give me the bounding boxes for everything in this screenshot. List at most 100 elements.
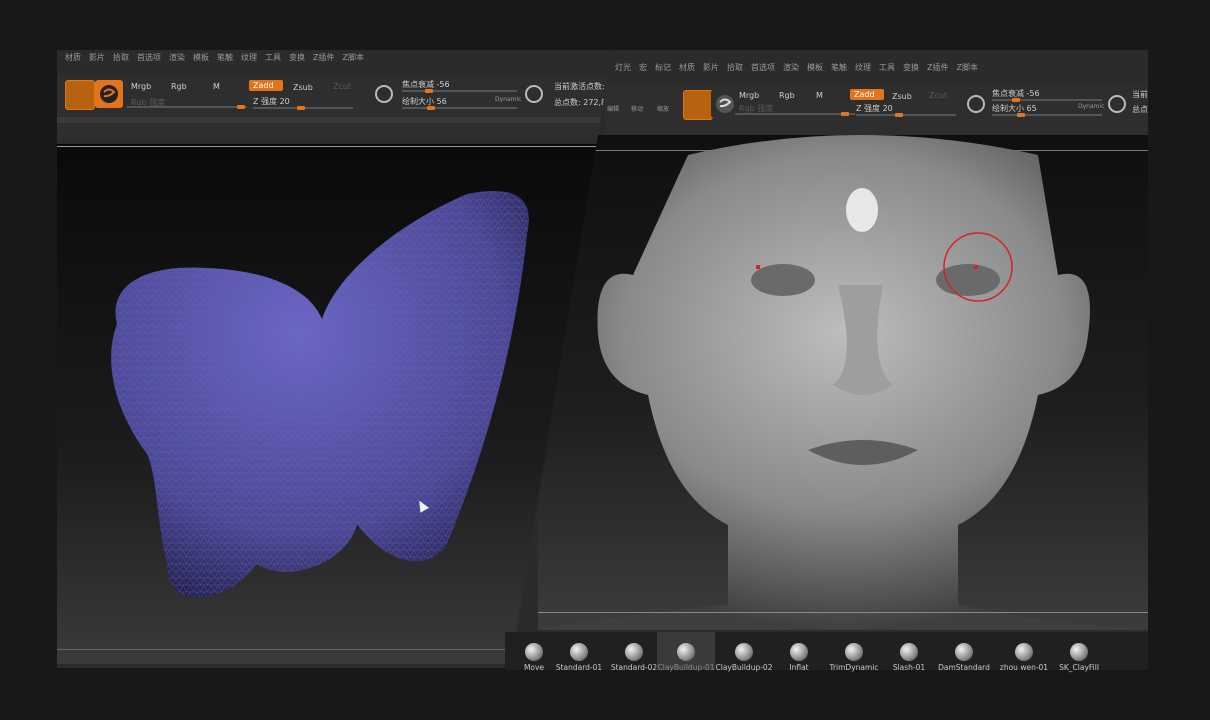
left-m-button[interactable]: M [209, 81, 224, 92]
left-zcut-button[interactable]: Zcut [329, 81, 355, 92]
left-menu-item[interactable]: 模板 [193, 52, 209, 63]
brush-slot[interactable]: SK_ClayFill [1050, 632, 1108, 672]
brush-sphere-icon [845, 643, 863, 661]
left-zadd-button[interactable]: Zadd [249, 80, 283, 91]
right-focal-shift-icon[interactable] [967, 95, 985, 113]
left-rgb-intensity-knob[interactable] [237, 105, 245, 109]
brush-slot[interactable]: ClayBuildup-02 [715, 632, 773, 672]
left-focal-shift-slider[interactable] [402, 90, 517, 92]
right-focal-shift-knob[interactable] [1012, 98, 1020, 102]
brush-slot[interactable]: DamStandard [935, 632, 993, 672]
brush-shelf: Move Standard-01 Standard-02 ClayBuildup-01… [505, 632, 1148, 672]
brush-sphere-icon [625, 643, 643, 661]
right-draw-size-label: 绘制大小 65 [992, 104, 1037, 113]
right-menu-item[interactable]: 渲染 [783, 62, 799, 73]
left-menu-item[interactable]: Z脚本 [342, 52, 363, 63]
left-dynamic-label[interactable]: Dynamic [495, 96, 521, 103]
left-menu-bar: 材质 影片 拾取 首选项 渲染 模板 笔触 纹理 工具 变换 Z插件 Z脚本 [65, 50, 364, 64]
left-rgb-intensity-slider[interactable] [127, 106, 247, 108]
right-symmetry-icon[interactable] [1108, 95, 1126, 113]
brush-label: ClayBuildup-02 [715, 663, 773, 672]
left-focal-shift-icon[interactable] [375, 85, 393, 103]
left-draw-size-knob[interactable] [427, 106, 435, 110]
left-active-points-label: 当前激活点数: 1 [554, 82, 612, 91]
brush-slot[interactable]: ClayBuildup-01 [657, 632, 715, 672]
left-menu-item[interactable]: 材质 [65, 52, 81, 63]
brush-label: zhou wen-01 [999, 663, 1049, 672]
right-m-button[interactable]: M [812, 90, 827, 101]
brush-sphere-icon [525, 643, 543, 661]
brush-sphere-icon [735, 643, 753, 661]
right-scale-tool[interactable]: 缩放 [657, 104, 669, 113]
right-rgb-intensity-slider[interactable] [735, 113, 855, 115]
right-canvas-bottom-rule [538, 612, 1148, 613]
right-menu-item[interactable]: 影片 [703, 62, 719, 73]
left-z-intensity-knob[interactable] [297, 106, 305, 110]
right-draw-size-slider[interactable] [992, 114, 1102, 116]
right-active-points-label: 当前 [1132, 90, 1148, 99]
right-menu-item[interactable]: 首选项 [751, 62, 775, 73]
right-menu-item[interactable]: Z插件 [927, 62, 948, 73]
right-edit-tool[interactable]: 编辑 [607, 104, 619, 113]
right-viewport[interactable] [538, 135, 1148, 630]
left-shelf-strip [57, 117, 612, 123]
right-z-intensity-label: Z 强度 20 [856, 104, 893, 113]
right-menu-item[interactable]: 工具 [879, 62, 895, 73]
left-draw-size-slider[interactable] [402, 107, 517, 109]
brush-slot[interactable]: Slash-01 [880, 632, 938, 672]
right-menu-bar: 灯光宏标记 材质 影片 拾取 首选项 渲染 模板 笔触 纹理 工具 变换 Z插件 Z脚本 [615, 60, 978, 74]
right-menu-item[interactable]: 模板 [807, 62, 823, 73]
left-menu-item[interactable]: 变换 [289, 52, 305, 63]
left-rgb-button[interactable]: Rgb [167, 81, 191, 92]
right-menu-item[interactable]: 变换 [903, 62, 919, 73]
right-zcut-button[interactable]: Zcut [925, 90, 951, 101]
right-rgb-intensity-knob[interactable] [841, 112, 849, 116]
right-menu-item[interactable]: 拾取 [727, 62, 743, 73]
right-draw-size-knob[interactable] [1017, 113, 1025, 117]
right-menu-item[interactable]: 材质 [679, 62, 695, 73]
left-menu-item[interactable]: 渲染 [169, 52, 185, 63]
left-symmetry-icon[interactable] [525, 85, 543, 103]
brush-slot[interactable]: zhou wen-01 [995, 632, 1053, 672]
left-toolbar: Mrgb Rgb M Zadd Zsub Zcut Rgb 强度 Z 强度 20… [57, 76, 612, 138]
left-menu-item[interactable]: 工具 [265, 52, 281, 63]
right-menu-item[interactable]: 笔触 [831, 62, 847, 73]
left-menu-item[interactable]: 笔触 [217, 52, 233, 63]
right-menu-item[interactable]: 灯光 [615, 62, 631, 73]
right-move-tool[interactable]: 移动 [631, 104, 643, 113]
left-menu-item[interactable]: Z插件 [313, 52, 334, 63]
right-menu-item[interactable]: Z脚本 [956, 62, 977, 73]
right-dynamic-label[interactable]: Dynamic [1078, 103, 1104, 110]
brush-slot[interactable]: Standard-02 [605, 632, 663, 672]
left-focal-shift-knob[interactable] [425, 89, 433, 93]
left-swirl-brush-icon[interactable] [95, 80, 123, 108]
right-zsub-button[interactable]: Zsub [888, 91, 916, 102]
right-menu-item[interactable]: 宏 [639, 62, 647, 73]
right-zadd-button[interactable]: Zadd [850, 89, 884, 100]
left-mrgb-button[interactable]: Mrgb [127, 81, 155, 92]
left-z-intensity-label: Z 强度 20 [253, 97, 290, 106]
left-menu-item[interactable]: 纹理 [241, 52, 257, 63]
brush-sphere-icon [955, 643, 973, 661]
brush-label: ClayBuildup-01 [657, 663, 715, 672]
left-menu-item[interactable]: 首选项 [137, 52, 161, 63]
right-z-intensity-slider[interactable] [856, 114, 956, 116]
right-menu-item[interactable]: 纹理 [855, 62, 871, 73]
left-material-icon[interactable] [65, 80, 95, 110]
left-menu-item[interactable]: 影片 [89, 52, 105, 63]
left-zsub-button[interactable]: Zsub [289, 82, 317, 93]
left-menu-item[interactable]: 拾取 [113, 52, 129, 63]
brush-label: Inflat [789, 663, 809, 672]
right-material-icon[interactable] [683, 90, 713, 120]
brush-slot[interactable]: Standard-01 [550, 632, 608, 672]
right-menu-item[interactable]: 标记 [655, 62, 671, 73]
brush-slot[interactable]: TrimDynamic [825, 632, 883, 672]
brush-sphere-icon [1070, 643, 1088, 661]
right-z-intensity-knob[interactable] [895, 113, 903, 117]
right-rgb-button[interactable]: Rgb [775, 90, 799, 101]
brush-sphere-icon [570, 643, 588, 661]
brush-label: Standard-01 [555, 663, 603, 672]
brush-slot[interactable]: Inflat [770, 632, 828, 672]
right-focal-shift-slider[interactable] [992, 99, 1102, 101]
right-mrgb-button[interactable]: Mrgb [735, 90, 763, 101]
